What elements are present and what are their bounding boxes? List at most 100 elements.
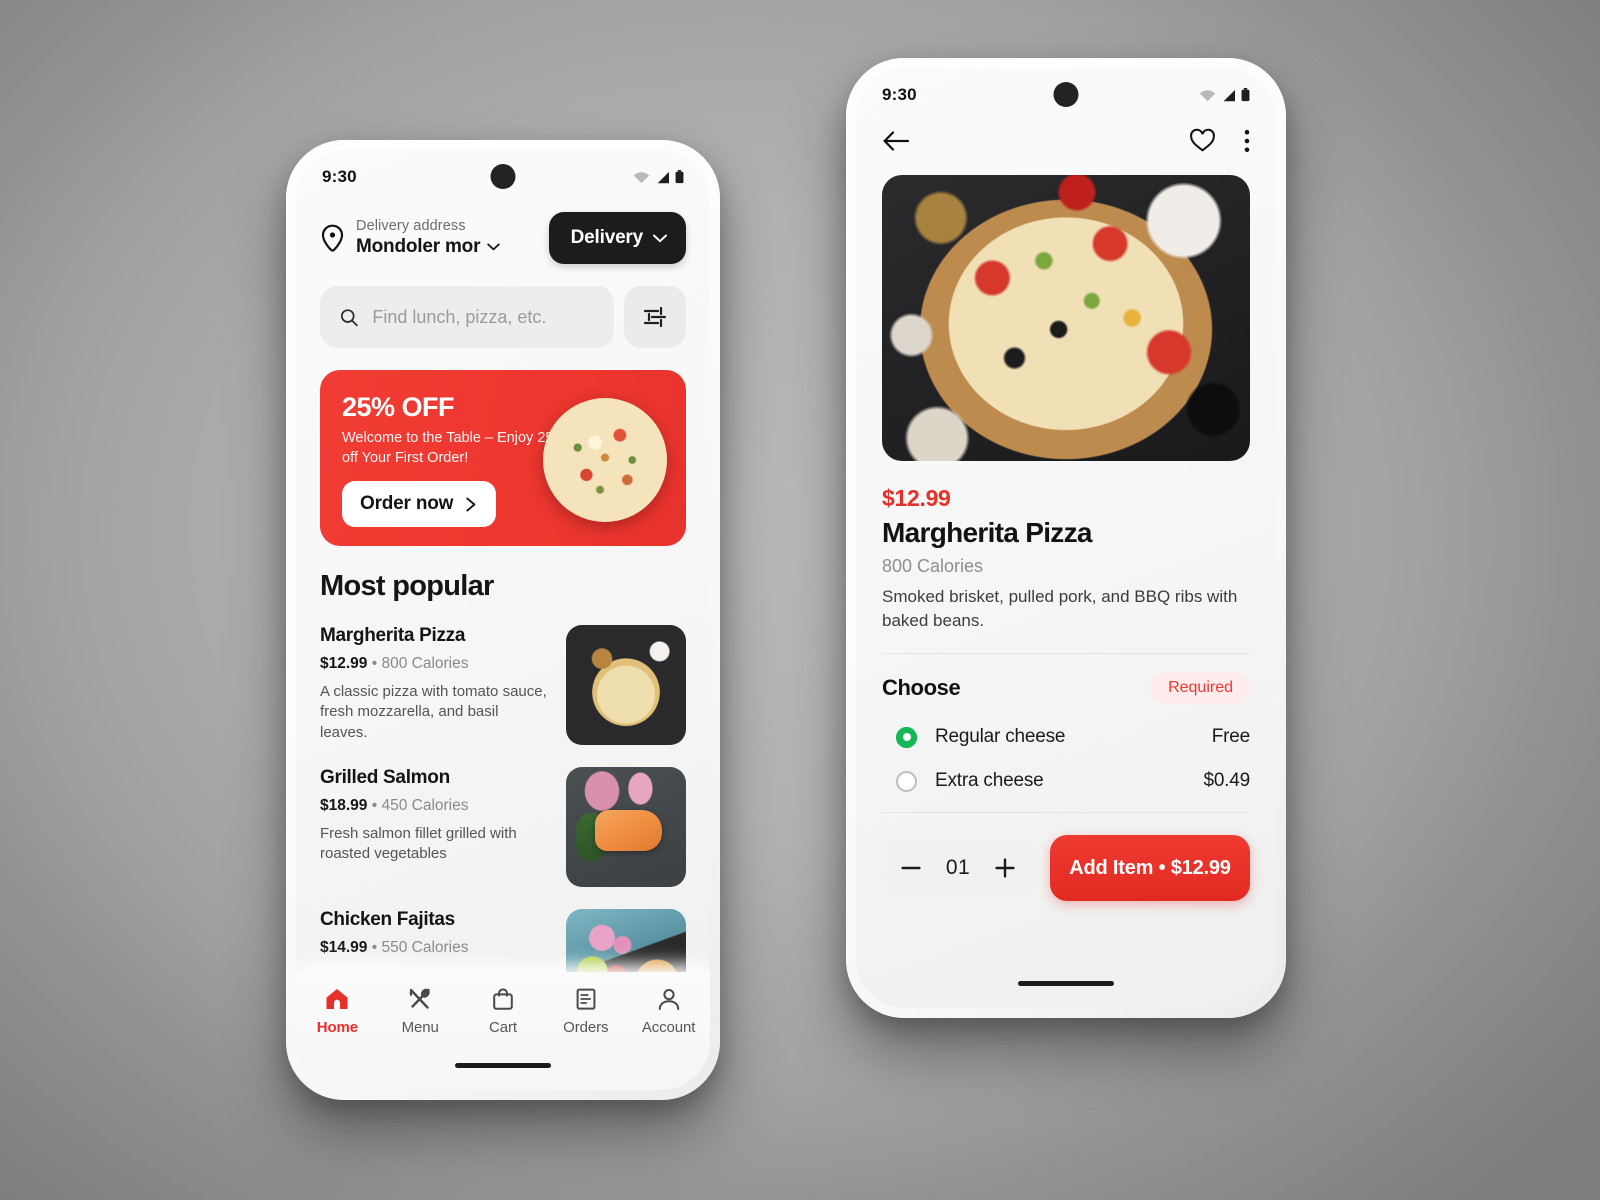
camera-punchhole [490,164,516,189]
status-icons [633,170,684,184]
food-price: $12.99 [320,655,368,672]
wifi-icon [1199,89,1216,101]
delivery-address-value-row[interactable]: Mondoler mor [356,236,500,258]
plus-icon [995,858,1015,878]
food-name: Margherita Pizza [320,625,466,646]
food-text: Margherita Pizza $12.99 • 800 Calories A… [320,625,550,745]
food-description: Fresh salmon fillet grilled with roasted… [320,825,517,863]
search-row [296,264,710,348]
person-icon [658,989,679,1010]
filter-button[interactable] [624,286,686,348]
wifi-icon [633,171,650,183]
phone-device-home: 9:30 Delivery address Mondoler mor Deliv… [286,140,720,1100]
add-item-button[interactable]: Add Item • $12.99 [1050,835,1250,902]
camera-punchhole [1053,82,1079,107]
promo-banner[interactable]: 25% OFF Welcome to the Table – Enjoy 25%… [320,370,686,546]
detail-screen: 9:30 $12.99 Margherita Pizza 800 Calorie… [856,68,1276,1008]
detail-toolbar [856,122,1276,153]
product-title: Margherita Pizza [882,517,1092,548]
food-description: A classic pizza with tomato sauce, fresh… [320,683,547,741]
home-screen: 9:30 Delivery address Mondoler mor Deliv… [296,150,710,1090]
status-bar-home: 9:30 [296,150,710,204]
food-price: $14.99 [320,939,368,956]
food-name: Grilled Salmon [320,767,450,788]
status-icons [1199,88,1250,102]
nav-label: Home [316,1019,359,1036]
choose-title: Choose [882,675,961,701]
food-calories: 800 Calories [381,655,469,672]
promo-pizza-image [543,398,667,522]
location-pin-icon [321,224,344,252]
food-meta: $18.99 • 450 Calories [320,797,550,815]
order-now-button[interactable]: Order now [342,481,497,528]
back-button[interactable] [882,129,912,153]
food-thumbnail [566,767,686,887]
delivery-address-text: Delivery address Mondoler mor [356,218,500,259]
battery-icon [675,170,684,184]
bag-icon [493,988,513,1010]
delivery-address-value: Mondoler mor [356,236,481,258]
food-separator: • [371,939,382,956]
chevron-down-icon [653,234,667,242]
product-calories: 800 Calories [882,556,984,576]
minus-icon [901,867,921,870]
nav-item-orders[interactable]: Orders [544,986,627,1036]
cutlery-icon [409,988,430,1009]
promo-subtext: Welcome to the Table – Enjoy 25% off You… [342,430,567,466]
search-input[interactable] [372,306,594,328]
product-hero-image [882,175,1250,461]
nav-label: Menu [401,1019,439,1036]
cellular-signal-icon [657,171,669,183]
list-item[interactable]: Grilled Salmon $18.99 • 450 Calories Fre… [320,745,686,887]
option-regular-cheese[interactable]: Regular cheese Free [856,704,1276,748]
nav-label: Cart [489,1019,517,1036]
nav-item-menu[interactable]: Menu [379,986,462,1036]
more-options-button[interactable] [1244,129,1250,153]
food-name: Chicken Fajitas [320,909,455,930]
food-list: Margherita Pizza $12.99 • 800 Calories A… [296,603,710,1029]
nav-item-home[interactable]: Home [296,986,379,1036]
home-icon [326,989,348,1009]
delivery-address-label: Delivery address [356,217,466,234]
order-now-label: Order now [360,493,454,515]
option-price: $0.49 [1203,770,1250,792]
search-icon [340,308,358,326]
quantity-stepper[interactable]: 01 [882,835,1034,902]
radio-unselected-icon[interactable] [896,770,917,792]
food-thumbnail [566,625,686,745]
option-extra-cheese[interactable]: Extra cheese $0.49 [856,748,1276,792]
nav-item-account[interactable]: Account [627,986,710,1036]
chevron-down-icon [487,243,500,251]
food-text: Grilled Salmon $18.99 • 450 Calories Fre… [320,767,550,887]
choose-header: Choose Required [856,654,1276,705]
filter-sliders-icon [643,306,667,328]
delivery-address-row[interactable]: Delivery address Mondoler mor Delivery [296,204,710,264]
decrement-button[interactable] [900,857,922,879]
food-separator: • [371,655,382,672]
status-bar-detail: 9:30 [856,68,1276,122]
section-title-most-popular: Most popular [320,570,494,602]
food-separator: • [371,797,382,814]
status-time: 9:30 [882,85,917,104]
increment-button[interactable] [994,857,1016,879]
nav-item-cart[interactable]: Cart [462,986,545,1036]
status-time: 9:30 [322,167,357,186]
food-price: $18.99 [320,797,368,814]
favorite-button[interactable] [1189,128,1216,153]
arrow-left-icon [883,130,910,151]
phone-device-detail: 9:30 $12.99 Margherita Pizza 800 Calorie… [846,58,1286,1018]
list-item[interactable]: Margherita Pizza $12.99 • 800 Calories A… [320,603,686,745]
detail-actions [1189,128,1250,153]
delivery-mode-label: Delivery [570,227,644,248]
home-indicator [455,1063,551,1068]
delivery-mode-button[interactable]: Delivery [548,212,686,264]
food-calories: 450 Calories [381,797,469,814]
chevron-right-icon [466,497,476,512]
kebab-menu-icon [1244,129,1250,152]
search-box[interactable] [320,286,614,348]
food-meta: $14.99 • 550 Calories [320,939,550,957]
cellular-signal-icon [1223,89,1235,101]
battery-icon [1241,88,1250,102]
radio-selected-icon[interactable] [896,726,917,748]
required-badge: Required [1151,672,1250,705]
